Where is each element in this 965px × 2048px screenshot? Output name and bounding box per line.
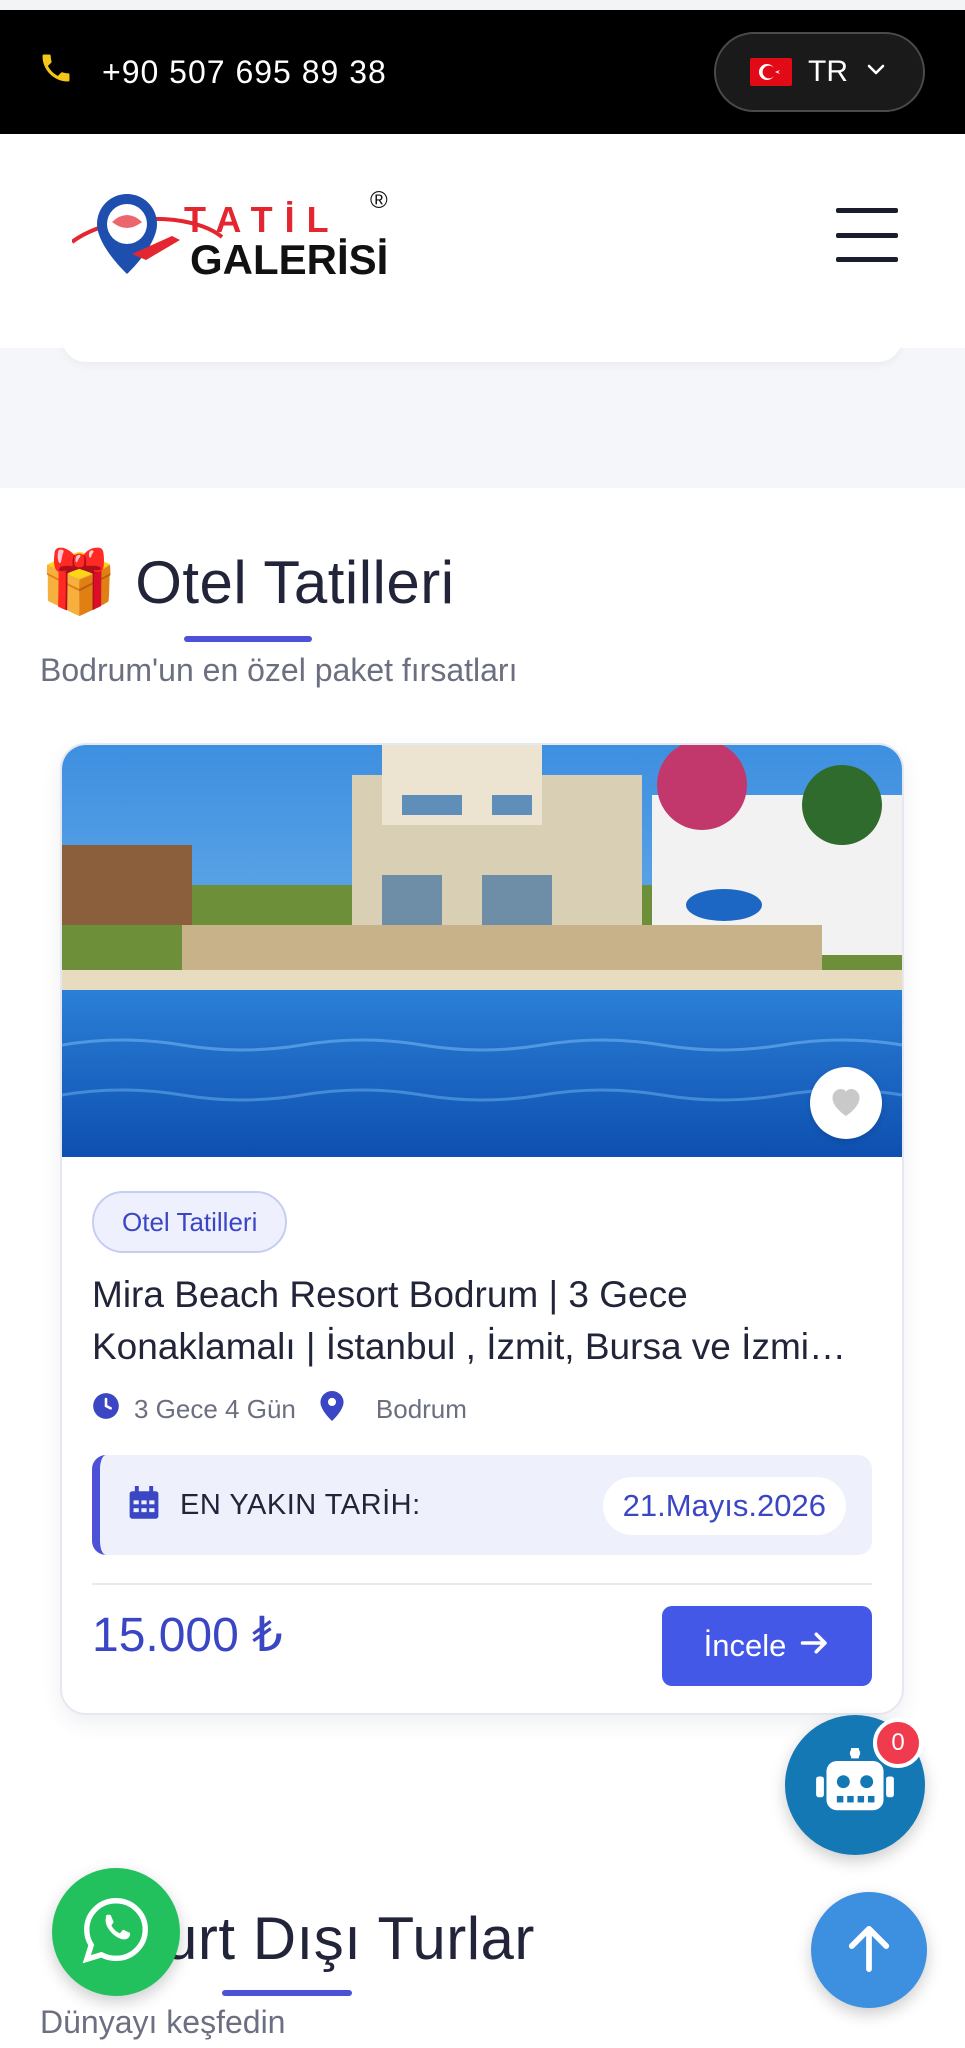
section-title: Otel Tatilleri bbox=[135, 549, 455, 616]
logo-line2: GALERİSİ bbox=[190, 236, 388, 283]
gift-icon: 🎁 bbox=[40, 547, 118, 617]
view-details-label: İncele bbox=[703, 1628, 787, 1663]
language-selector[interactable]: TR bbox=[714, 32, 925, 112]
nearest-date-value: 21.Mayıs.2026 bbox=[602, 1477, 846, 1535]
heart-icon bbox=[828, 1084, 864, 1123]
arrow-right-icon bbox=[800, 1628, 830, 1664]
scroll-top-button[interactable] bbox=[811, 1892, 927, 2008]
tour-title[interactable]: Mira Beach Resort Bodrum | 3 Gece Konakl… bbox=[92, 1269, 882, 1373]
tour-title-line1: Mira Beach Resort Bodrum | 3 Gece bbox=[92, 1274, 688, 1315]
tour-location: Bodrum bbox=[375, 1394, 467, 1424]
previous-section-background bbox=[0, 348, 965, 488]
tour-card[interactable]: Otel Tatilleri Mira Beach Resort Bodrum … bbox=[60, 743, 904, 1715]
favorite-button[interactable] bbox=[810, 1067, 882, 1139]
hotel-image[interactable] bbox=[62, 745, 902, 1157]
location-pin-icon bbox=[320, 1391, 358, 1428]
section2-underline bbox=[222, 1990, 352, 1996]
section-underline bbox=[184, 636, 312, 642]
nearest-date-label: EN YAKIN TARİH: bbox=[180, 1488, 421, 1521]
site-logo[interactable]: TATİL GALERİSİ ® bbox=[70, 182, 402, 292]
chatbot-notification-badge: 0 bbox=[873, 1718, 923, 1768]
hamburger-line bbox=[836, 257, 898, 262]
phone-link[interactable]: +90 507 695 89 38 bbox=[38, 50, 387, 94]
menu-button[interactable] bbox=[836, 208, 898, 262]
whatsapp-button[interactable] bbox=[52, 1868, 180, 1996]
calendar-icon bbox=[128, 1485, 160, 1525]
status-bar-gap bbox=[0, 0, 965, 10]
section-heading: 🎁 Otel Tatilleri bbox=[40, 548, 455, 617]
phone-number: +90 507 695 89 38 bbox=[102, 53, 387, 90]
phone-icon bbox=[38, 50, 74, 94]
view-details-button[interactable]: İncele bbox=[662, 1606, 872, 1686]
section2-subtitle: Dünyayı keşfedin bbox=[40, 2004, 286, 2040]
category-badge[interactable]: Otel Tatilleri bbox=[92, 1191, 288, 1253]
language-code: TR bbox=[808, 55, 848, 88]
section-subtitle: Bodrum'un en özel paket fırsatları bbox=[40, 652, 518, 688]
nearest-date-box: EN YAKIN TARİH: 21.Mayıs.2026 bbox=[92, 1455, 872, 1555]
logo-line1: TATİL bbox=[184, 199, 341, 240]
logo-registered: ® bbox=[370, 187, 388, 214]
chevron-down-icon bbox=[864, 55, 888, 89]
card-divider bbox=[92, 1583, 872, 1585]
hamburger-line bbox=[836, 232, 898, 238]
tour-duration: 3 Gece 4 Gün bbox=[134, 1394, 296, 1424]
tour-title-line2: Konaklamalı | İstanbul , İzmit, Bursa ve… bbox=[92, 1326, 846, 1367]
top-bar: +90 507 695 89 38 TR bbox=[0, 10, 965, 134]
whatsapp-icon bbox=[80, 1894, 152, 1971]
tour-meta: 3 Gece 4 Gün Bodrum bbox=[92, 1391, 467, 1428]
tour-price: 15.000 ₺ bbox=[92, 1609, 283, 1662]
previous-card-edge bbox=[62, 338, 902, 362]
clock-icon bbox=[92, 1392, 134, 1427]
arrow-up-icon bbox=[846, 1923, 892, 1978]
site-header: TATİL GALERİSİ ® bbox=[0, 134, 965, 348]
turkey-flag-icon bbox=[750, 58, 792, 86]
hamburger-line bbox=[836, 208, 898, 213]
section2-title: urt Dışı Turlar bbox=[164, 1905, 535, 1972]
